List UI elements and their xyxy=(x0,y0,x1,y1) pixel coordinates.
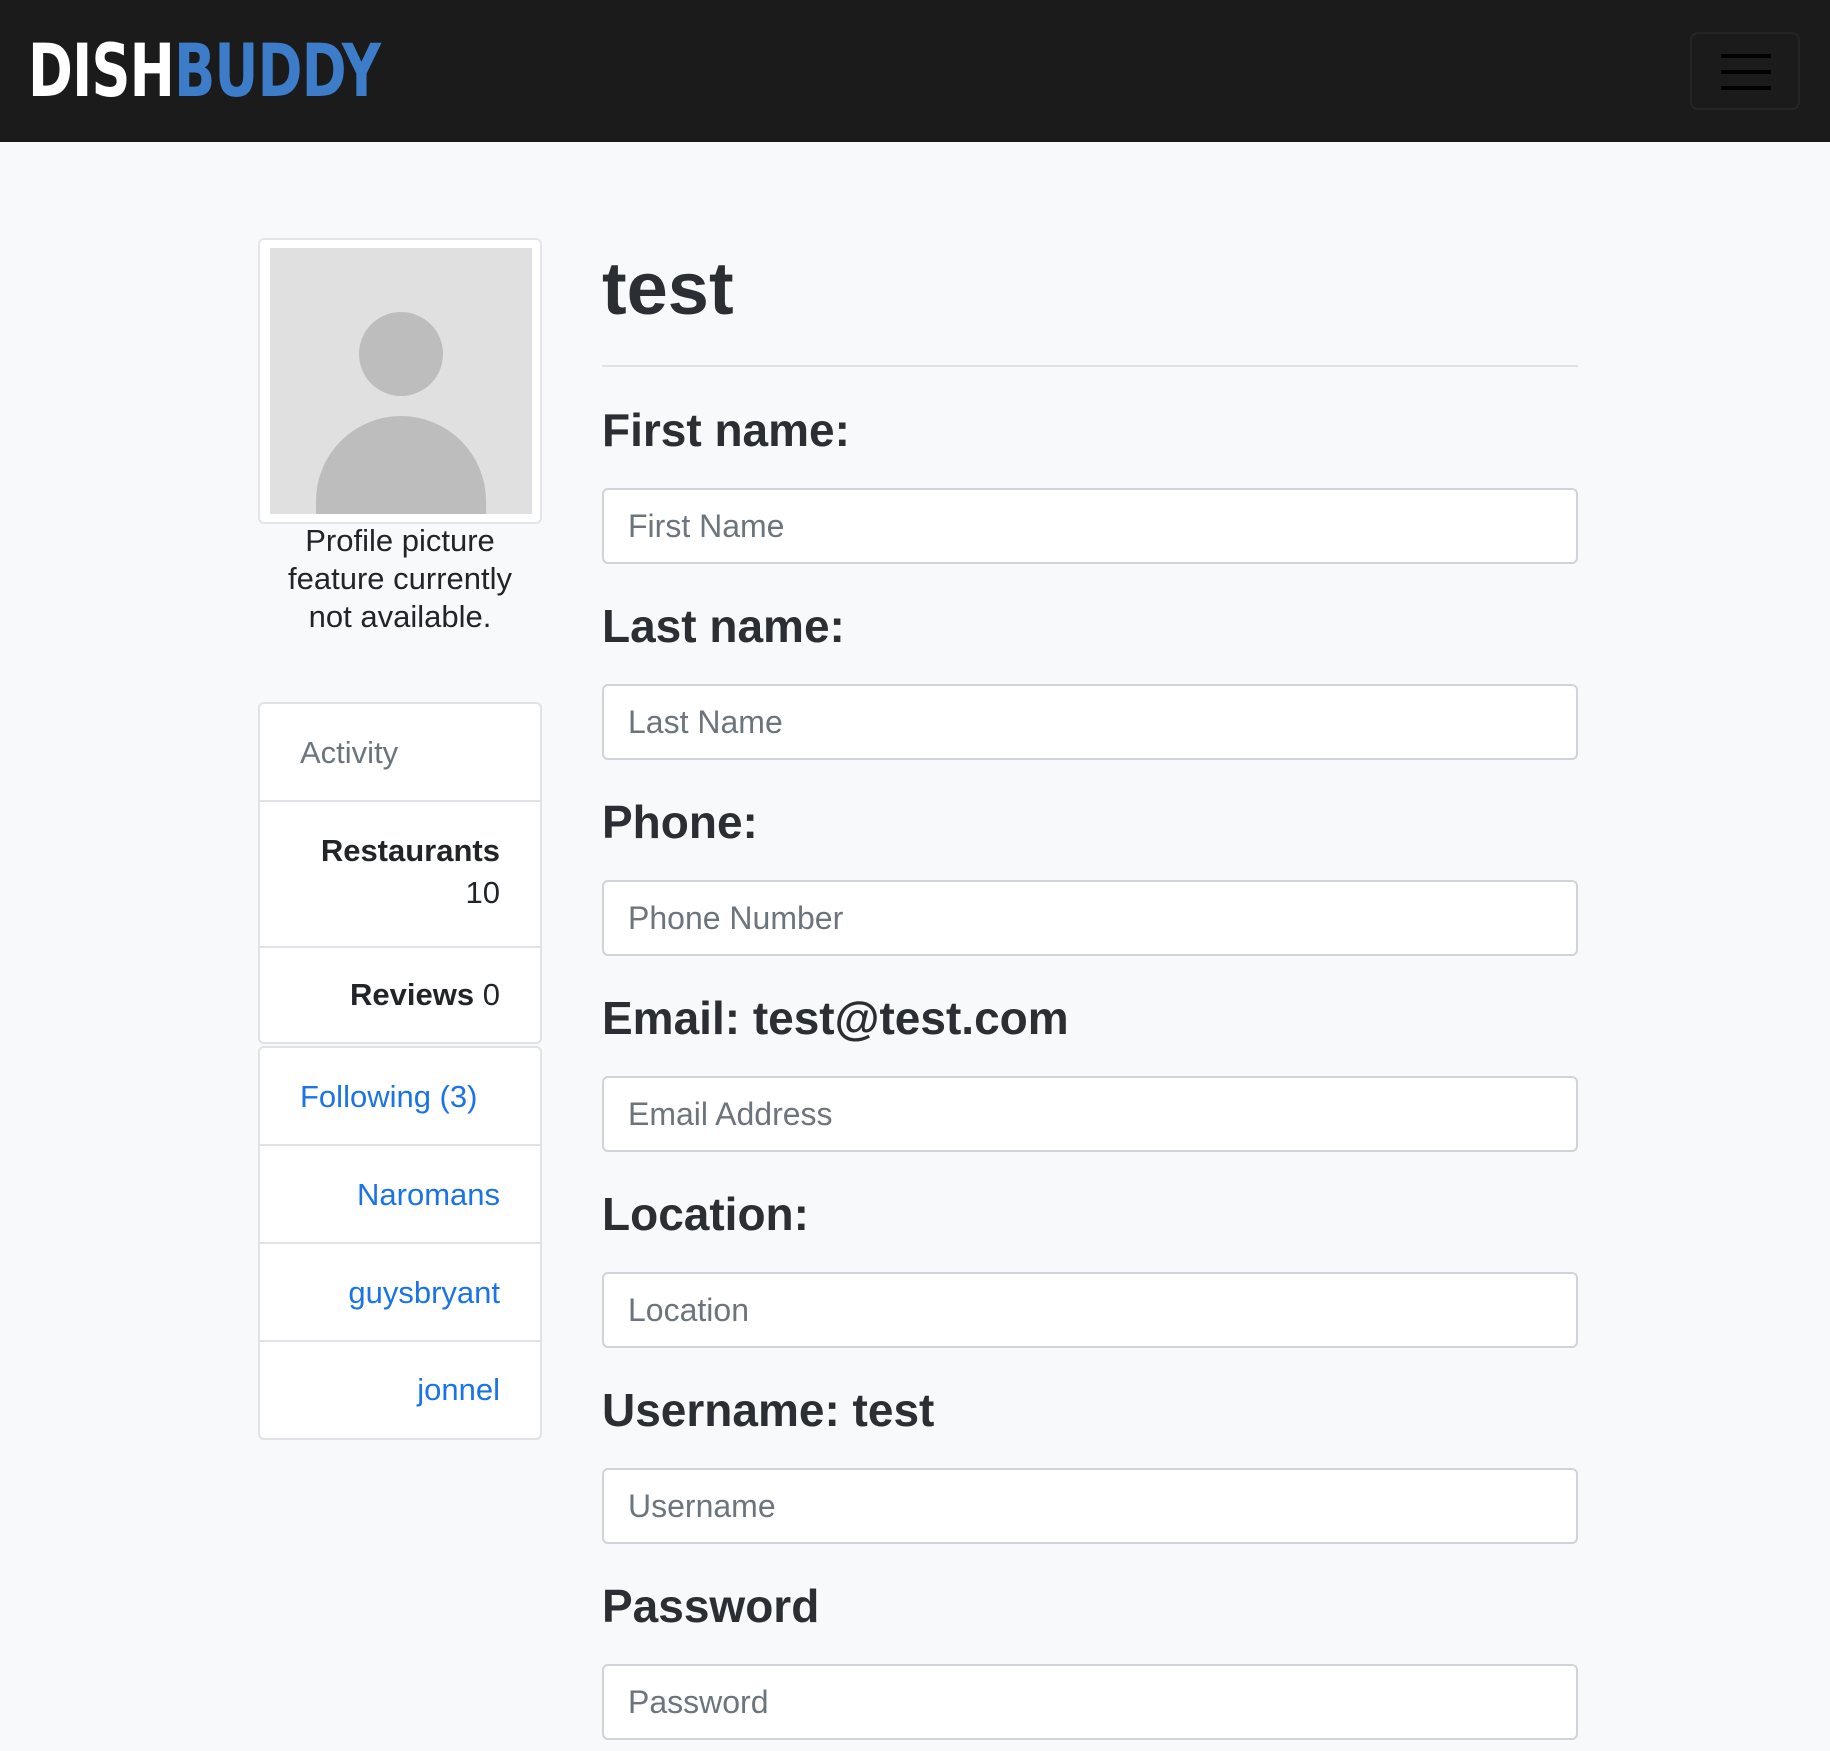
last-name-input[interactable] xyxy=(602,684,1578,760)
caption-line: feature currently xyxy=(288,561,512,596)
following-user-link[interactable]: jonnel xyxy=(260,1342,540,1438)
following-user-name: jonnel xyxy=(417,1372,500,1407)
reviews-stat: Reviews 0 xyxy=(260,948,540,1044)
following-card: Following (3) Naromans guysbryant jonnel xyxy=(258,1046,542,1440)
profile-picture-frame xyxy=(258,238,542,524)
restaurants-stat: Restaurants 10 xyxy=(260,802,540,948)
brand-logo-buddy: BUDDY xyxy=(174,29,381,114)
location-input[interactable] xyxy=(602,1272,1578,1348)
title-divider xyxy=(602,365,1578,367)
reviews-label: Reviews xyxy=(350,977,475,1012)
activity-header-label: Activity xyxy=(300,735,399,770)
email-input[interactable] xyxy=(602,1076,1578,1152)
caption-line: Profile picture xyxy=(305,523,495,558)
activity-card: Activity Restaurants 10 Reviews 0 xyxy=(258,702,542,1044)
last-name-label: Last name: xyxy=(602,600,845,652)
hamburger-menu-icon xyxy=(1721,54,1771,90)
restaurants-label: Restaurants xyxy=(320,833,500,868)
username-label: Username: test xyxy=(602,1384,935,1436)
restaurants-count: 10 xyxy=(465,875,500,910)
navbar-toggle-button[interactable] xyxy=(1690,32,1800,110)
email-label: Email: test@test.com xyxy=(602,992,1069,1044)
page-title: test xyxy=(602,247,734,330)
password-input[interactable] xyxy=(602,1664,1578,1740)
following-user-name: guysbryant xyxy=(348,1275,500,1310)
phone-label: Phone: xyxy=(602,796,758,848)
following-user-name: Naromans xyxy=(357,1177,500,1212)
username-input[interactable] xyxy=(602,1468,1578,1544)
phone-input[interactable] xyxy=(602,880,1578,956)
location-label: Location: xyxy=(602,1188,809,1240)
brand-logo[interactable]: DISHBUDDY xyxy=(28,29,381,114)
caption-line: not available. xyxy=(308,599,492,634)
following-header-link[interactable]: Following (3) xyxy=(260,1048,540,1146)
following-user-link[interactable]: guysbryant xyxy=(260,1244,540,1342)
reviews-count: 0 xyxy=(482,977,500,1012)
following-header-label: Following (3) xyxy=(300,1079,478,1114)
user-placeholder-icon xyxy=(270,248,532,514)
brand-logo-dish: DISH xyxy=(28,29,175,114)
navbar: DISHBUDDY xyxy=(0,0,1830,142)
password-label: Password xyxy=(602,1580,820,1632)
following-user-link[interactable]: Naromans xyxy=(260,1146,540,1244)
profile-picture-caption: Profile picture feature currently not av… xyxy=(258,522,542,636)
first-name-input[interactable] xyxy=(602,488,1578,564)
activity-header: Activity xyxy=(260,704,540,802)
first-name-label: First name: xyxy=(602,404,850,456)
